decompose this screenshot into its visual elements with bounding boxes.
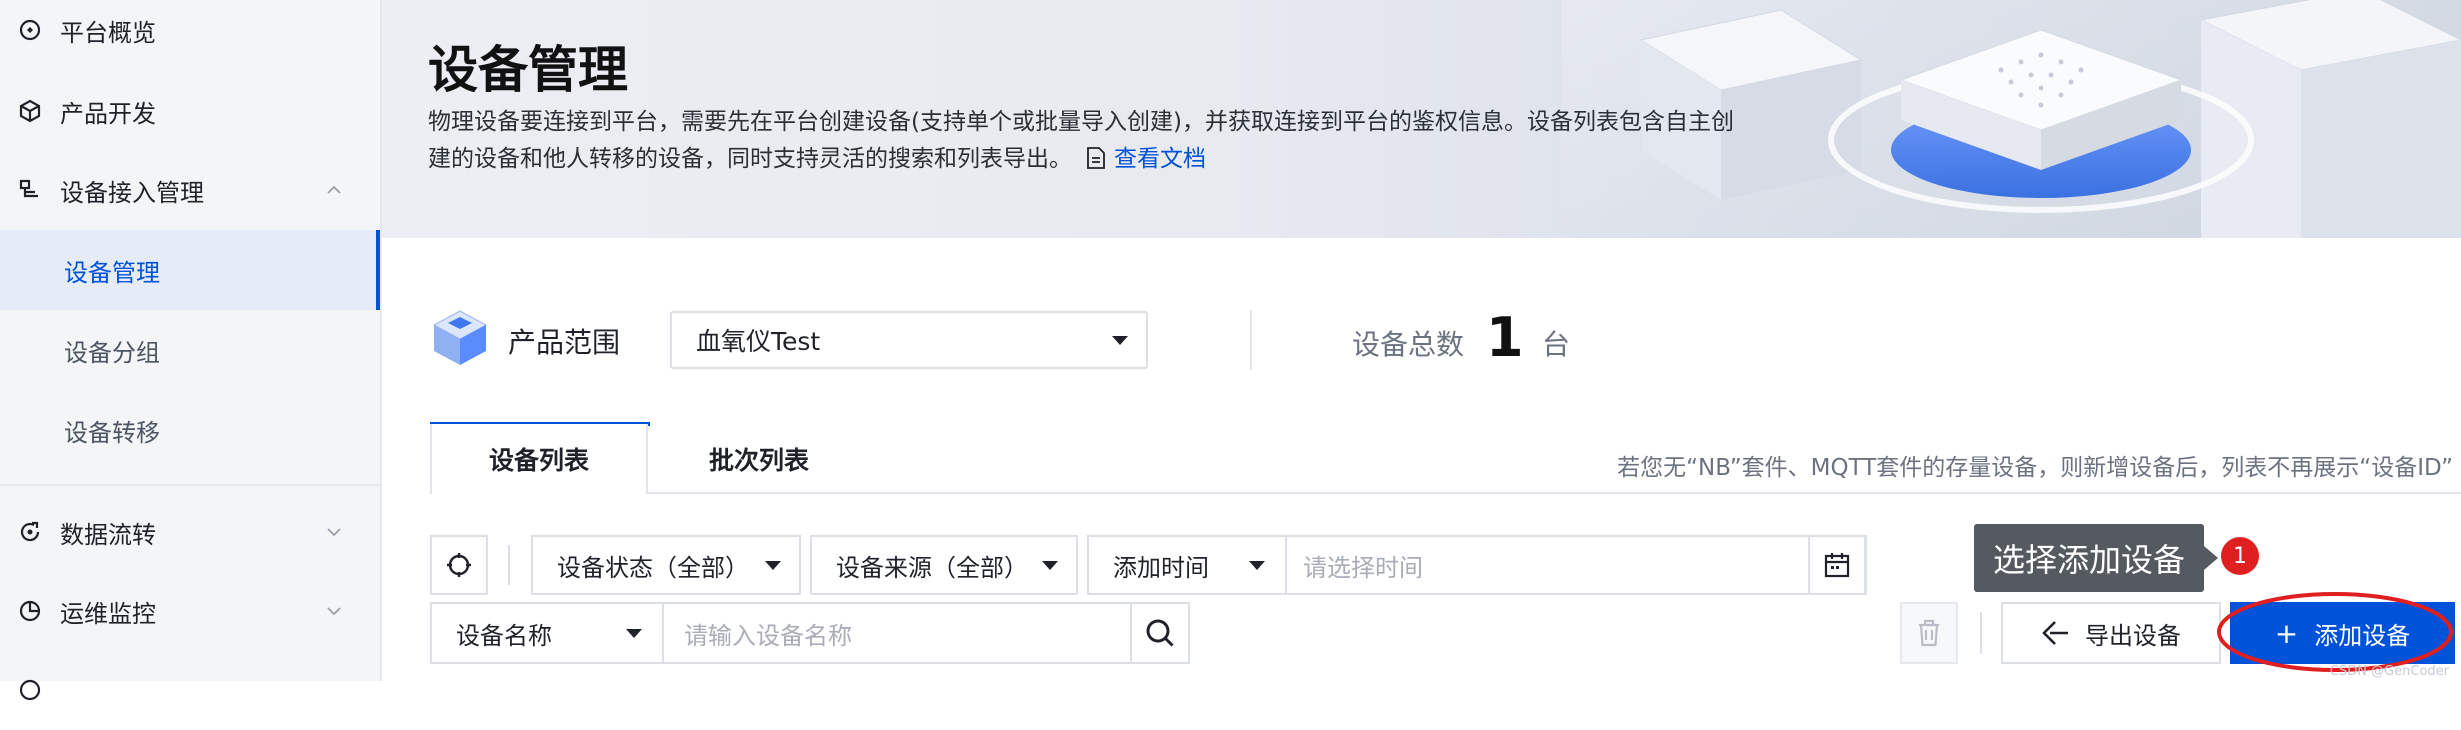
partial-icon: [14, 674, 46, 706]
device-total-label: 设备总数: [1352, 328, 1465, 361]
chevron-down-icon[interactable]: [326, 603, 342, 619]
sidebar-item-label: 产品开发: [60, 99, 156, 128]
chevron-down-icon[interactable]: [326, 524, 342, 540]
delete-button[interactable]: [1900, 602, 1958, 664]
sidebar-item-monitoring[interactable]: 运维监控: [0, 571, 380, 651]
sidebar-item-label: 平台概览: [60, 18, 156, 47]
annotation-step-badge: 1: [2221, 537, 2259, 575]
sidebar-subitem-device-group[interactable]: 设备分组: [0, 310, 380, 390]
caret-down-icon: [1249, 561, 1265, 570]
filter-divider: [508, 545, 510, 585]
device-status-filter[interactable]: 设备状态（全部）: [531, 535, 801, 595]
monitor-pie-icon: [14, 595, 46, 627]
time-range-input[interactable]: 请选择时间: [1285, 535, 1867, 595]
sidebar-item-product-dev[interactable]: 产品开发: [0, 71, 380, 151]
sidebar-subitem-device-management[interactable]: 设备管理: [0, 230, 380, 310]
source-filter-value: 设备来源（全部）: [836, 553, 1028, 582]
device-total-unit: 台: [1542, 328, 1571, 361]
refresh-button[interactable]: [430, 535, 488, 595]
status-filter-value: 设备状态（全部）: [557, 553, 749, 582]
time-placeholder: 请选择时间: [1303, 553, 1423, 582]
sidebar-item-data-flow[interactable]: 数据流转: [0, 492, 380, 572]
tab-label: 批次列表: [708, 446, 809, 475]
sidebar-item-label: 数据流转: [60, 520, 156, 549]
product-range-label: 产品范围: [508, 326, 621, 359]
caret-down-icon: [626, 629, 642, 638]
sidebar-divider: [0, 484, 380, 486]
sidebar-item-overview[interactable]: 平台概览: [0, 0, 380, 70]
time-type-select[interactable]: 添加时间: [1087, 535, 1287, 595]
watermark: CSDN @GenCoder: [2329, 664, 2449, 679]
sidebar-subitem-device-transfer[interactable]: 设备转移: [0, 390, 380, 470]
tab-device-list[interactable]: 设备列表: [430, 424, 648, 494]
device-access-icon: [14, 174, 46, 206]
annotation-highlight-ring: [2217, 592, 2453, 672]
name-placeholder: 请输入设备名称: [684, 621, 852, 650]
sidebar-item-device-access[interactable]: 设备接入管理: [0, 150, 380, 230]
settings-circle-icon: [447, 553, 471, 577]
tab-batch-list[interactable]: 批次列表: [650, 424, 868, 494]
sidebar-item-label: 运维监控: [60, 599, 156, 628]
tabs-baseline: [648, 492, 2461, 494]
time-type-value: 添加时间: [1113, 553, 1209, 582]
export-button-label: 导出设备: [2085, 621, 2181, 650]
product-select-value: 血氧仪Test: [696, 327, 821, 356]
product-select[interactable]: 血氧仪Test: [670, 311, 1148, 369]
caret-down-icon: [1042, 561, 1058, 570]
sidebar-subitem-label: 设备分组: [64, 338, 160, 367]
product-range-icon: [432, 310, 488, 365]
caret-down-icon: [1112, 336, 1128, 345]
device-total-count: 1: [1486, 306, 1524, 369]
sidebar-item-partial[interactable]: [0, 650, 380, 730]
search-button[interactable]: [1130, 602, 1190, 664]
document-icon: [1087, 147, 1105, 169]
view-docs-link[interactable]: 查看文档: [1072, 146, 1206, 172]
export-devices-button[interactable]: 导出设备: [2001, 602, 2221, 664]
page-description: 物理设备要连接到平台，需要先在平台创建设备(支持单个或批量导入创建)，并获取连接…: [428, 104, 1738, 178]
sidebar-subitem-label: 设备转移: [64, 418, 160, 447]
search-icon: [1146, 619, 1174, 647]
sidebar-item-label: 设备接入管理: [60, 178, 204, 207]
annotation-tooltip: 选择添加设备: [1974, 524, 2218, 592]
overview-icon: [14, 14, 46, 46]
page-banner: 设备管理 物理设备要连接到平台，需要先在平台创建设备(支持单个或批量导入创建)，…: [382, 0, 2461, 238]
divider: [1250, 310, 1252, 370]
export-icon: [2042, 621, 2068, 645]
data-flow-icon: [14, 516, 46, 548]
action-divider: [1980, 612, 1982, 654]
tab-label: 设备列表: [488, 446, 589, 475]
sidebar: 平台概览 产品开发 设备接入管理 设备管理 设备分组 设备转移 数据流转 运维监…: [0, 0, 382, 701]
page-title: 设备管理: [428, 41, 628, 99]
tabs-notice: 若您无“NB”套件、MQTT套件的存量设备，则新增设备后，列表不再展示“设备ID…: [1617, 455, 2453, 481]
name-type-value: 设备名称: [456, 621, 552, 650]
calendar-button[interactable]: [1808, 535, 1866, 595]
cube-icon: [14, 95, 46, 127]
trash-icon: [1919, 619, 1939, 647]
name-type-select[interactable]: 设备名称: [430, 602, 664, 664]
calendar-icon: [1824, 553, 1850, 578]
device-source-filter[interactable]: 设备来源（全部）: [810, 535, 1078, 595]
caret-down-icon: [765, 561, 781, 570]
sidebar-subitem-label: 设备管理: [64, 258, 160, 287]
chevron-up-icon[interactable]: [326, 182, 342, 198]
doc-link-label: 查看文档: [1114, 146, 1206, 172]
device-name-search-input[interactable]: 请输入设备名称: [662, 602, 1132, 664]
